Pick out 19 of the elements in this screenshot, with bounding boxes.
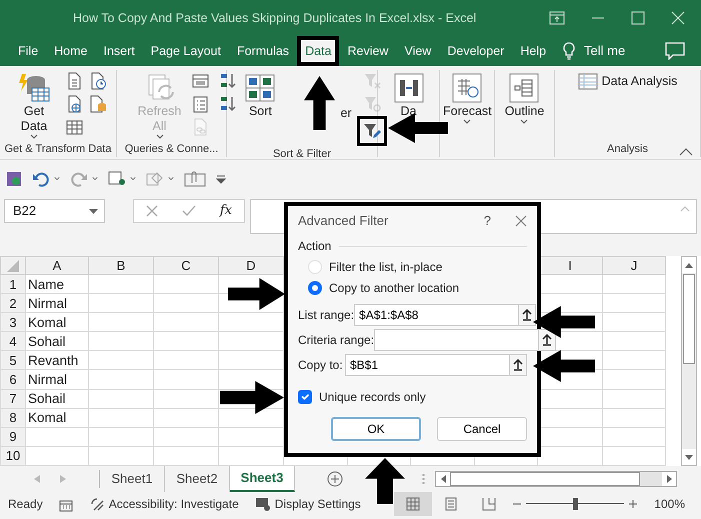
table-cell: Nirmal [26, 370, 88, 390]
field-label: Copy to: [298, 356, 344, 374]
table-cell: Revanth [26, 350, 88, 370]
status-text: Ready [8, 496, 43, 513]
group-label: Queries & Conne... [124, 143, 218, 155]
field-label: Criteria range: [298, 332, 374, 348]
table-cell: Sohail [26, 389, 88, 408]
table-cell: Sohail [26, 332, 88, 351]
group-label: Sort & Filter [272, 148, 332, 160]
table-cell: Name [26, 274, 88, 294]
table-cell: Komal [26, 312, 88, 332]
field-label: List range: [298, 306, 354, 324]
dialog-title: Advanced Filter [298, 212, 388, 230]
group-label: Analysis [607, 143, 648, 155]
table-cell: Nirmal [26, 294, 88, 313]
window-title: How To Copy And Paste Values Skipping Duplicates In Excel.xlsx - Excel [73, 10, 476, 27]
section-label: Action [298, 238, 332, 255]
group-label: Get & Transform Data [4, 143, 112, 155]
table-cell: Komal [26, 408, 88, 428]
